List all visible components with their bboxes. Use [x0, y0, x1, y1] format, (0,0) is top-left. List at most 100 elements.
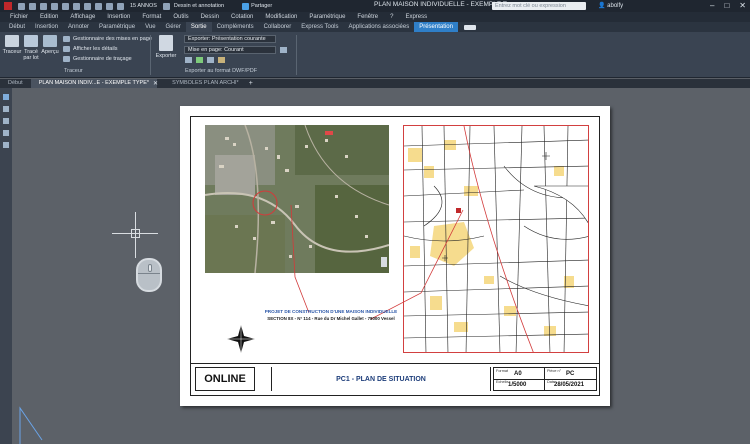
share-view-icon[interactable]: [117, 2, 124, 10]
batch-plot-icon: [24, 35, 38, 47]
tab-debut[interactable]: Début: [4, 22, 30, 32]
new-file-icon[interactable]: [18, 2, 25, 10]
doc-tab-symboles[interactable]: SYMBOLES PLAN ARCHI*: [164, 79, 247, 88]
close-icon[interactable]: ✕: [739, 1, 746, 10]
menu-outils[interactable]: Outils: [167, 14, 194, 20]
preview-small-icon[interactable]: [196, 57, 203, 63]
doc-tab-debut[interactable]: Début: [0, 79, 31, 88]
settings-small-icon[interactable]: [218, 57, 225, 63]
page-setup-small-icon[interactable]: [280, 47, 287, 53]
menu-affichage[interactable]: Affichage: [64, 14, 101, 20]
company-logo: ONLINE: [195, 367, 255, 391]
ribbon-toggle-icon[interactable]: [463, 24, 476, 30]
menu-fichier[interactable]: Fichier: [4, 14, 34, 20]
mise-en-page-select[interactable]: Mise en page: Courant: [184, 46, 276, 54]
web-open-icon[interactable]: [62, 2, 69, 10]
user-account[interactable]: 👤 abolfy: [598, 2, 623, 9]
menu-fenetre[interactable]: Fenêtre: [351, 14, 384, 20]
share-button[interactable]: Partager: [251, 3, 272, 9]
print-icon[interactable]: [84, 2, 91, 10]
echelle-value: 1/5000: [508, 382, 527, 388]
sheet-title: PC1 - PLAN DE SITUATION: [271, 367, 491, 391]
minimize-icon[interactable]: –: [710, 1, 714, 10]
piece-label: Pièce n°: [547, 369, 562, 373]
tab-applications-associees[interactable]: Applications associées: [344, 22, 415, 32]
cursor-pickbox: [131, 229, 140, 238]
tab-sortie[interactable]: Sortie: [185, 22, 212, 32]
traceur-button[interactable]: Traceur: [3, 35, 21, 55]
gestionnaire-tracage-button[interactable]: Gestionnaire de traçage: [63, 56, 132, 62]
pdf-options-icon[interactable]: [185, 57, 192, 63]
layout-sheet: PROJET DE CONSTRUCTION D'UNE MAISON INDI…: [180, 106, 610, 406]
tab-presentation[interactable]: Présentation: [414, 22, 458, 32]
mouse-icon: [136, 258, 162, 292]
details-icon: [63, 46, 70, 52]
workspace-select[interactable]: Dessin et annotation: [174, 3, 224, 9]
tab-express-tools[interactable]: Express Tools: [296, 22, 343, 32]
menu-help[interactable]: ?: [384, 14, 399, 20]
logo-text: ONLINE: [204, 373, 246, 385]
drawing-canvas[interactable]: PROJET DE CONSTRUCTION D'UNE MAISON INDI…: [12, 88, 750, 444]
tab-parametrique[interactable]: Paramétrique: [94, 22, 140, 32]
open-file-icon[interactable]: [29, 2, 36, 10]
menu-dessin[interactable]: Dessin: [195, 14, 225, 20]
grid-hline: [494, 379, 596, 380]
tab-annoter[interactable]: Annoter: [63, 22, 94, 32]
leader-lines: [290, 204, 464, 320]
plotter-icon: [5, 35, 19, 47]
search-input[interactable]: Entrez mot clé ou expression: [492, 2, 586, 10]
left-toolbar: [0, 88, 12, 444]
panel-divider-2: [296, 35, 297, 75]
tab-vue[interactable]: Vue: [140, 22, 160, 32]
tab-insertion[interactable]: Insertion: [30, 22, 63, 32]
publish-icon[interactable]: [207, 57, 214, 63]
mouse-wheel: [148, 264, 152, 272]
maximize-icon[interactable]: □: [724, 1, 729, 10]
web-save-icon[interactable]: [73, 2, 80, 10]
close-tab-icon[interactable]: ✕: [153, 80, 158, 87]
exporter-button[interactable]: Exporter: [154, 35, 178, 59]
menu-express[interactable]: Express: [399, 14, 433, 20]
undo-icon[interactable]: [95, 2, 102, 10]
save-icon[interactable]: [40, 2, 47, 10]
panel-label-traceur: Traceur: [64, 68, 83, 74]
title-block-grid: Format A0 Echelle 1/5000 Pièce n° PC Dat…: [493, 367, 597, 391]
menu-edition[interactable]: Edition: [34, 14, 64, 20]
annos-scale[interactable]: 15 ANNOS: [130, 3, 157, 9]
tab-gerer[interactable]: Gérer: [161, 22, 186, 32]
tab-collaborer[interactable]: Collaborer: [259, 22, 297, 32]
palette-icon[interactable]: [3, 118, 9, 124]
export-select[interactable]: Exporter: Présentation courante: [184, 35, 276, 43]
save-as-icon[interactable]: [51, 2, 58, 10]
afficher-details-button[interactable]: Afficher les détails: [63, 46, 118, 52]
trace-par-lot-button[interactable]: Tracé par lot: [22, 35, 40, 61]
export-icon: [159, 35, 173, 51]
menu-cotation[interactable]: Cotation: [225, 14, 259, 20]
layers-icon[interactable]: [3, 106, 9, 112]
tool-icon[interactable]: [3, 142, 9, 148]
ribbon-tabs: Début Insertion Annoter Paramétrique Vue…: [0, 22, 750, 32]
echelle-label: Echelle: [496, 380, 509, 384]
properties-icon[interactable]: [3, 94, 9, 100]
format-label: Format: [496, 369, 509, 373]
document-title: PLAN MAISON INDIVIDUELLE - EXEMPLE T...: [374, 1, 512, 8]
doc-tab-plan-maison[interactable]: PLAN MAISON INDIV...E - EXEMPLE TYPE*: [30, 79, 158, 88]
redo-icon[interactable]: [106, 2, 113, 10]
menu-insertion[interactable]: Insertion: [101, 14, 136, 20]
menu-format[interactable]: Format: [136, 14, 167, 20]
user-name: abolfy: [607, 3, 624, 9]
menu-modification[interactable]: Modification: [259, 14, 303, 20]
share-icon[interactable]: [242, 2, 250, 10]
gestionnaire-mises-en-page-button[interactable]: Gestionnaire des mises en page: [63, 36, 152, 42]
tab-complements[interactable]: Compléments: [212, 22, 259, 32]
sheet-set-icon[interactable]: [3, 130, 9, 136]
autocad-logo-icon[interactable]: [4, 2, 12, 10]
menu-parametrique[interactable]: Paramétrique: [303, 14, 351, 20]
caption-title: PROJET DE CONSTRUCTION D'UNE MAISON INDI…: [264, 309, 398, 314]
gear-icon[interactable]: [162, 2, 170, 10]
apercu-button[interactable]: Aperçu: [41, 35, 59, 55]
date-value: 28/05/2021: [554, 382, 585, 388]
caption-address: SECTION 8X - N° 114 - Rue du Dr Michel G…: [267, 316, 395, 321]
new-tab-icon[interactable]: +: [249, 80, 253, 87]
drawing-frame: PROJET DE CONSTRUCTION D'UNE MAISON INDI…: [190, 116, 600, 396]
